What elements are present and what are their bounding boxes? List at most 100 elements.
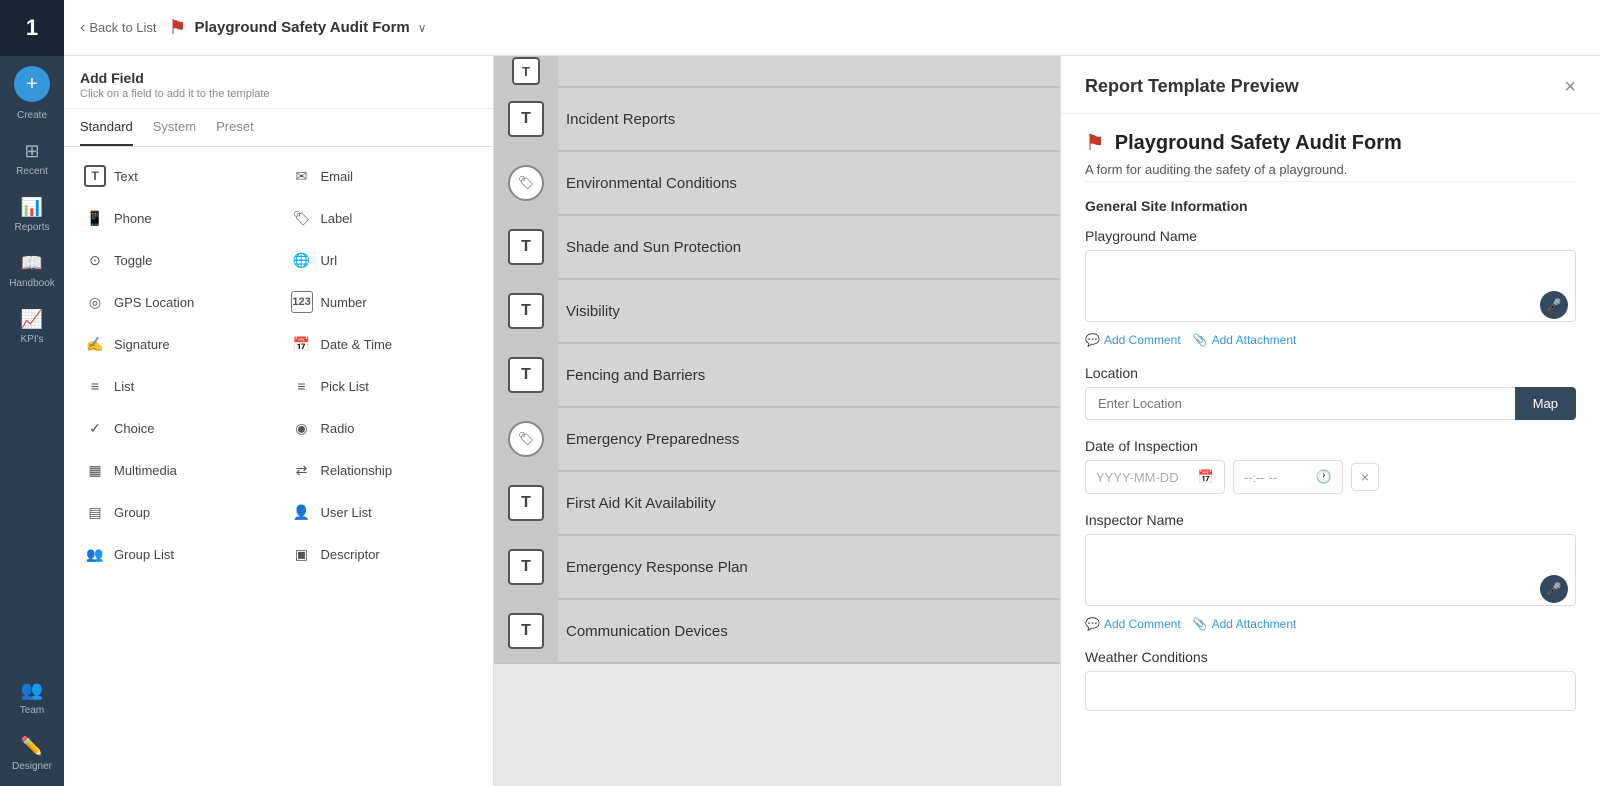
playground-name-actions: 💬 Add Comment 📎 Add Attachment [1085, 333, 1576, 347]
fencing-t-icon: T [508, 357, 544, 393]
phone-field-icon: 📱 [84, 207, 106, 229]
list-item-visibility[interactable]: T Visibility [494, 280, 1060, 344]
tab-preset[interactable]: Preset [216, 109, 254, 146]
grouplist-field-icon: 👥 [84, 543, 106, 565]
nav-item-team[interactable]: 👥 Team [0, 670, 64, 726]
communication-label: Communication Devices [558, 623, 728, 640]
preview-close-button[interactable]: × [1564, 77, 1576, 97]
nav-item-handbook[interactable]: 📖 Handbook [0, 243, 64, 299]
field-group[interactable]: ▤ Group [80, 495, 271, 529]
field-gps-label: GPS Location [114, 295, 194, 310]
field-multimedia[interactable]: ▦ Multimedia [80, 453, 271, 487]
field-datetime[interactable]: 📅 Date & Time [287, 327, 478, 361]
url-field-icon: 🌐 [291, 249, 313, 271]
list-item[interactable]: T [494, 56, 1060, 88]
tab-system[interactable]: System [153, 109, 196, 146]
nav-item-kpis[interactable]: 📈 KPI's [0, 299, 64, 355]
inspector-name-input[interactable] [1085, 534, 1576, 606]
field-phone[interactable]: 📱 Phone [80, 201, 271, 235]
field-list[interactable]: ≡ List [80, 369, 271, 403]
field-phone-label: Phone [114, 211, 152, 226]
field-toggle[interactable]: ⊙ Toggle [80, 243, 271, 277]
date-input[interactable]: YYYY-MM-DD 📅 [1085, 460, 1225, 494]
add-comment-label-2: Add Comment [1104, 617, 1181, 631]
time-input[interactable]: --:-- -- 🕐 [1233, 460, 1343, 494]
inspector-name-mic-button[interactable]: 🎤 [1540, 575, 1568, 603]
fields-title: Add Field [80, 70, 477, 86]
date-inspection-field: Date of Inspection YYYY-MM-DD 📅 --:-- --… [1085, 438, 1576, 494]
tab-standard[interactable]: Standard [80, 109, 133, 146]
field-list-label: List [114, 379, 134, 394]
weather-input-wrapper [1085, 671, 1576, 716]
create-icon[interactable]: + [14, 66, 50, 102]
field-grouplist[interactable]: 👥 Group List [80, 537, 271, 571]
list-item-emergency[interactable]: 🏷 Emergency Preparedness [494, 408, 1060, 472]
text-field-icon: T [84, 165, 106, 187]
list-item-environmental[interactable]: 🏷 Environmental Conditions [494, 152, 1060, 216]
field-userlist[interactable]: 👤 User List [287, 495, 478, 529]
field-gps[interactable]: ◎ GPS Location [80, 285, 271, 319]
incident-icon-wrapper: T [494, 87, 558, 151]
form-title-area: ⚑ Playground Safety Audit Form ∨ [169, 15, 427, 40]
field-number[interactable]: 123 Number [287, 285, 478, 319]
field-url[interactable]: 🌐 Url [287, 243, 478, 277]
add-attachment-button-2[interactable]: 📎 Add Attachment [1193, 617, 1297, 631]
emergency-icon-wrapper: 🏷 [494, 407, 558, 471]
back-link[interactable]: Back to List [80, 19, 157, 37]
visibility-icon-wrapper: T [494, 279, 558, 343]
list-item-shade[interactable]: T Shade and Sun Protection [494, 216, 1060, 280]
fields-tabs: Standard System Preset [64, 109, 493, 147]
field-toggle-label: Toggle [114, 253, 152, 268]
field-relationship[interactable]: ⇄ Relationship [287, 453, 478, 487]
fields-header: Add Field Click on a field to add it to … [64, 56, 493, 109]
list-item-communication[interactable]: T Communication Devices [494, 600, 1060, 664]
field-signature[interactable]: ✍ Signature [80, 327, 271, 361]
add-attachment-button-1[interactable]: 📎 Add Attachment [1193, 333, 1297, 347]
main-panel: Back to List ⚑ Playground Safety Audit F… [64, 0, 1600, 786]
nav-item-create[interactable]: + Create [0, 56, 64, 131]
field-descriptor[interactable]: ▣ Descriptor [287, 537, 478, 571]
field-number-label: Number [321, 295, 367, 310]
label-field-icon: 🏷 [291, 207, 313, 229]
playground-name-input[interactable] [1085, 250, 1576, 322]
field-text[interactable]: T Text [80, 159, 271, 193]
list-item-firstaid[interactable]: T First Aid Kit Availability [494, 472, 1060, 536]
location-input[interactable] [1085, 387, 1515, 420]
field-label[interactable]: 🏷 Label [287, 201, 478, 235]
fencing-icon-wrapper: T [494, 343, 558, 407]
map-button[interactable]: Map [1515, 387, 1576, 420]
field-radio[interactable]: ◉ Radio [287, 411, 478, 445]
nav-item-designer[interactable]: ✏️ Designer [0, 726, 64, 782]
nav-item-reports[interactable]: 📊 Reports [0, 187, 64, 243]
clear-date-button[interactable]: × [1351, 463, 1379, 491]
emergency-label: Emergency Preparedness [558, 431, 739, 448]
fields-subtitle: Click on a field to add it to the templa… [80, 88, 477, 100]
preview-title: Report Template Preview [1085, 76, 1299, 97]
inspector-name-actions: 💬 Add Comment 📎 Add Attachment [1085, 617, 1576, 631]
environmental-icon-wrapper: 🏷 [494, 151, 558, 215]
add-comment-button-1[interactable]: 💬 Add Comment [1085, 333, 1181, 347]
shade-label: Shade and Sun Protection [558, 239, 741, 256]
field-choice[interactable]: ✓ Choice [80, 411, 271, 445]
list-item-incident[interactable]: T Incident Reports [494, 88, 1060, 152]
playground-name-mic-button[interactable]: 🎤 [1540, 291, 1568, 319]
kpis-icon: 📈 [21, 309, 43, 330]
field-picklist[interactable]: ≡ Pick List [287, 369, 478, 403]
designer-icon: ✏️ [21, 736, 43, 757]
weather-input[interactable] [1085, 671, 1576, 711]
nav-item-recent[interactable]: ⊞ Recent [0, 131, 64, 187]
add-comment-button-2[interactable]: 💬 Add Comment [1085, 617, 1181, 631]
response-icon-wrapper: T [494, 535, 558, 599]
firstaid-t-icon: T [508, 485, 544, 521]
recent-icon: ⊞ [24, 141, 39, 162]
field-email[interactable]: ✉ Email [287, 159, 478, 193]
list-item-fencing[interactable]: T Fencing and Barriers [494, 344, 1060, 408]
visibility-t-icon: T [508, 293, 544, 329]
chevron-down-icon[interactable]: ∨ [418, 21, 427, 35]
list-item-response[interactable]: T Emergency Response Plan [494, 536, 1060, 600]
inspector-name-field: Inspector Name 🎤 💬 Add Comment 📎 Add Att… [1085, 512, 1576, 631]
environmental-label-icon: 🏷 [508, 165, 544, 201]
form-list: T T Incident Reports 🏷 Environmental Con… [494, 56, 1060, 786]
field-datetime-label: Date & Time [321, 337, 393, 352]
list-item-icon: T [494, 56, 558, 87]
